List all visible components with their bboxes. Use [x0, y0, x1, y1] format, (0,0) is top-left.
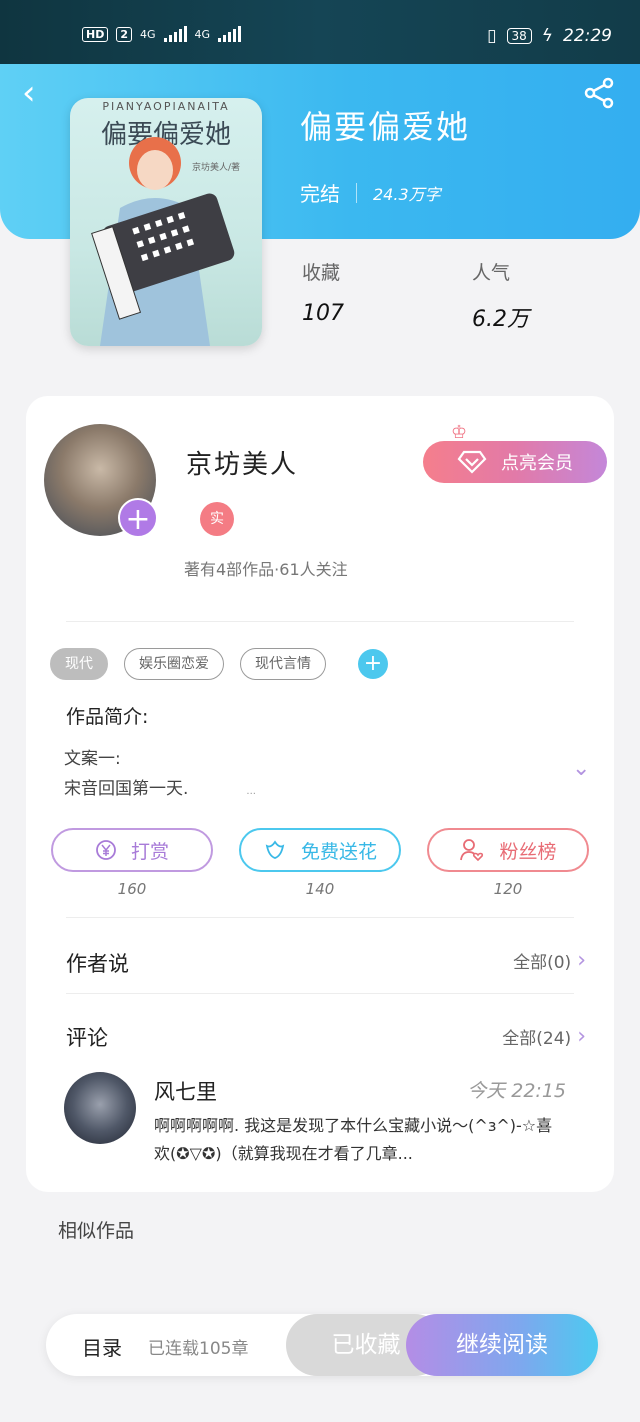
- detail-card: + 京坊美人 实 著有4部作品·61人关注 ♔ 点亮会员 现代 娱乐圈恋爱 现代…: [26, 396, 614, 1192]
- vibrate-icon: ▯: [487, 26, 497, 46]
- send-flower-label: 免费送花: [300, 840, 377, 863]
- intro-line-1: 文案一:: [64, 749, 121, 769]
- reward-label: 打赏: [130, 840, 169, 863]
- tag-item[interactable]: 娱乐圈恋爱: [124, 648, 224, 680]
- diamond-icon: [457, 450, 487, 474]
- signal-icon: [163, 26, 187, 42]
- author-says-title: 作者说: [66, 952, 129, 976]
- meta-divider: [356, 182, 357, 203]
- divider: [66, 993, 574, 994]
- share-icon[interactable]: [582, 76, 616, 110]
- tag-list: 现代 娱乐圈恋爱 现代言情 +: [50, 648, 388, 680]
- bottom-action-bar: 目录 已连载105章 已收藏 继续阅读: [46, 1314, 598, 1376]
- author-name[interactable]: 京坊美人: [186, 444, 298, 481]
- comments-more[interactable]: 全部(24) ›: [502, 1024, 586, 1049]
- clock: 22:29: [563, 26, 612, 46]
- comments-title: 评论: [66, 1026, 108, 1050]
- intro-line-2: 宋音回国第一天....: [64, 779, 256, 799]
- continue-reading-button[interactable]: 继续阅读: [406, 1314, 598, 1376]
- commenter-name[interactable]: 风七里: [154, 1076, 217, 1106]
- toc-button[interactable]: 目录: [82, 1332, 122, 1361]
- divider: [66, 917, 574, 918]
- book-cover[interactable]: PIANYAOPIANAITA 偏要偏爱她 京坊美人/著: [70, 98, 262, 346]
- back-icon[interactable]: ‹: [22, 76, 52, 110]
- add-tag-icon[interactable]: +: [358, 649, 388, 679]
- serial-status: 已连载105章: [148, 1339, 249, 1359]
- intro-text: 文案一: 宋音回国第一天....: [64, 744, 256, 807]
- crown-icon: ♔: [451, 422, 468, 443]
- flower-count: 140: [305, 880, 335, 898]
- reward-button[interactable]: 打赏: [51, 828, 213, 872]
- chevron-right-icon: ›: [577, 948, 586, 973]
- fan-ranking-label: 粉丝榜: [499, 840, 557, 863]
- popularity-label: 人气: [472, 262, 511, 284]
- hd-indicator: HD: [82, 26, 109, 42]
- charging-icon: ϟ: [541, 26, 553, 46]
- intro-title: 作品简介:: [66, 706, 149, 728]
- comment-time: 今天 22:15: [467, 1080, 566, 1102]
- network-type-2: 4G: [194, 27, 211, 41]
- flower-icon: [265, 840, 285, 859]
- intro-ellipsis: ...: [246, 786, 256, 797]
- divider: [66, 621, 574, 622]
- comment-text[interactable]: 啊啊啊啊啊. 我这是发现了本什么宝藏小说～(^з^)-☆喜欢(✪▽✪)（就算我现…: [154, 1112, 554, 1168]
- book-meta: 完结 24.3万字: [300, 178, 441, 207]
- popularity-stat: 人气 6.2万: [472, 258, 529, 333]
- favorites-label: 收藏: [302, 262, 341, 284]
- send-flower-button[interactable]: 免费送花: [239, 828, 401, 872]
- book-title: 偏要偏爱她: [300, 108, 471, 146]
- author-stats: 著有4部作品·61人关注: [184, 560, 348, 579]
- favorites-stat: 收藏 107: [302, 258, 344, 326]
- chevron-right-icon: ›: [577, 1024, 586, 1049]
- author-says-more[interactable]: 全部(0) ›: [513, 948, 586, 973]
- yen-icon: [96, 840, 116, 860]
- verified-badge: 实: [200, 502, 234, 536]
- vip-button[interactable]: 点亮会员: [423, 441, 607, 483]
- popularity-value: 6.2万: [472, 307, 529, 332]
- chevron-down-icon[interactable]: ⌄: [572, 756, 590, 781]
- reward-count: 160: [117, 880, 147, 898]
- favorites-value: 107: [302, 301, 344, 326]
- fans-count: 120: [493, 880, 523, 898]
- fan-ranking-button[interactable]: 粉丝榜: [427, 828, 589, 872]
- book-status: 完结: [300, 182, 340, 206]
- follow-author-plus-icon[interactable]: +: [118, 498, 158, 538]
- battery-icon: 38: [506, 28, 532, 44]
- tag-item[interactable]: 现代言情: [240, 648, 326, 680]
- similar-works-title: 相似作品: [58, 1220, 135, 1242]
- network-type-1: 4G: [140, 27, 156, 41]
- word-count: 24.3万字: [373, 184, 441, 204]
- author-says-more-label: 全部(0): [513, 953, 572, 973]
- vip-button-label: 点亮会员: [501, 453, 573, 474]
- signal-icon-2: [218, 26, 242, 42]
- comments-more-label: 全部(24): [502, 1029, 572, 1049]
- user-heart-icon: [460, 839, 484, 862]
- sim-indicator: 2: [116, 26, 132, 42]
- tag-item[interactable]: 现代: [50, 648, 108, 680]
- cover-illustration: [91, 137, 235, 346]
- status-bar: HD 2 4G 4G ▯ 38 ϟ 22:29: [0, 0, 640, 64]
- commenter-avatar[interactable]: [64, 1072, 136, 1144]
